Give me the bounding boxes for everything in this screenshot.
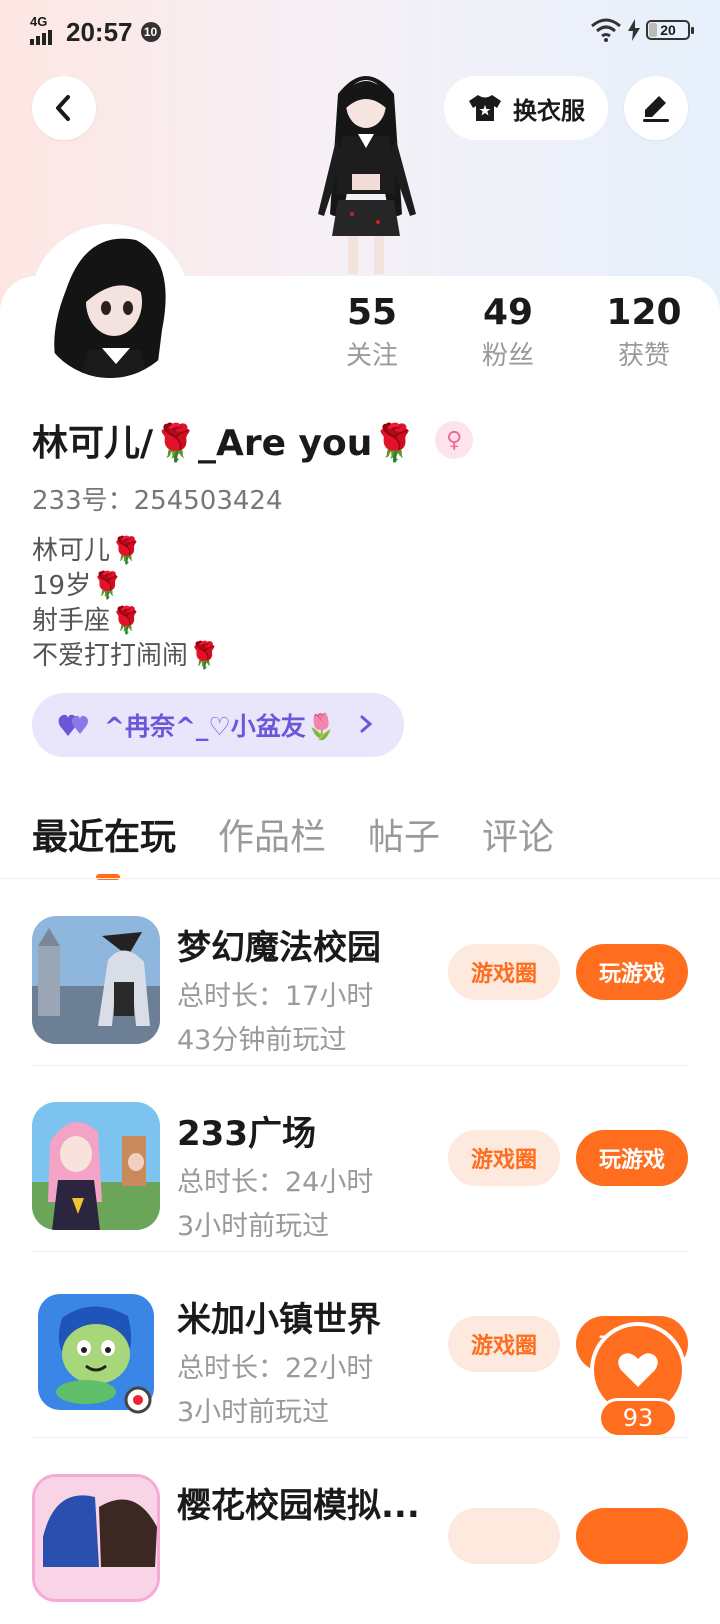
game-icon[interactable] [32,916,160,1044]
play-game-button[interactable]: 玩游戏 [576,1130,688,1186]
following-label: 关注 [345,341,398,371]
network-type: 4G [30,14,48,29]
status-bar: 4G 20:57 10 20 [0,0,720,64]
game-icon[interactable] [32,1288,160,1416]
tab-divider [0,878,720,879]
dress-up-button[interactable]: 换衣服 [444,76,608,140]
game-title: 233广场 [177,1114,316,1154]
chevron-left-icon [56,95,70,121]
tab-works[interactable]: 作品栏 [218,808,326,860]
following-stat[interactable]: 55 关注 [312,290,432,376]
game-last-played: 3小时前玩过 [177,1211,330,1242]
play-game-button[interactable]: 玩游戏 [576,944,688,1000]
profile-bio: 林可儿🌹 19岁🌹 射手座🌹 不爱打打闹闹🌹 [32,534,220,674]
chevron-right-icon [360,715,373,733]
hearts-icon [58,714,88,736]
bio-line: 19岁🌹 [32,571,124,601]
profile-tabs: 最近在玩 作品栏 帖子 评论 [32,808,596,880]
game-play-duration: 总时长：17小时 [177,981,374,1012]
profile-name: 林可儿/🌹_Are you🌹 [32,423,418,464]
game-list-item[interactable]: 梦幻魔法校园 总时长：17小时 43分钟前玩过 游戏圈 玩游戏 [32,880,688,1066]
edit-profile-button[interactable] [624,76,688,140]
notification-badge: 10 [140,22,161,42]
game-last-played: 3小时前玩过 [177,1397,330,1428]
bio-line: 不爱打打闹闹🌹 [32,641,221,671]
floating-like-button[interactable]: 93 [590,1322,686,1442]
dress-up-label: 换衣服 [513,96,585,125]
followers-count: 49 [482,292,534,333]
user-id[interactable]: 233号：254503424 [32,480,283,517]
profile-name-row: 林可儿/🌹_Are you🌹 ♀ [32,414,474,466]
game-last-played: 43分钟前玩过 [177,1025,347,1056]
likes-stat[interactable]: 120 获赞 [584,290,704,376]
battery-indicator: 20 [646,20,694,40]
back-button[interactable] [32,76,96,140]
heart-icon [618,1353,658,1387]
game-title: 米加小镇世界 [177,1300,381,1340]
tab-posts[interactable]: 帖子 [368,808,440,860]
wifi-icon [591,18,621,42]
game-community-button[interactable]: 游戏圈 [448,1130,560,1186]
game-play-duration: 总时长：24小时 [177,1167,374,1198]
bio-line: 射手座🌹 [32,606,143,636]
game-community-button[interactable]: 游戏圈 [448,944,560,1000]
following-count: 55 [346,292,398,333]
followers-label: 粉丝 [481,341,534,371]
followers-stat[interactable]: 49 粉丝 [448,290,568,376]
play-game-button[interactable] [576,1508,688,1564]
female-gender-icon: ♀ [435,421,474,459]
likes-label: 获赞 [617,341,670,371]
pencil-icon [643,96,669,122]
likes-count: 120 [606,292,682,333]
game-icon[interactable] [32,1102,160,1230]
relationship-badge[interactable]: ^冉奈^_♡小盆友🌷 [32,693,404,757]
bio-line: 林可儿🌹 [32,536,143,566]
game-list-item[interactable]: 233广场 总时长：24小时 3小时前玩过 游戏圈 玩游戏 [32,1066,688,1252]
game-community-button[interactable]: 游戏圈 [448,1316,560,1372]
avatar-character-figure[interactable] [292,64,440,276]
game-icon[interactable] [32,1474,160,1602]
shirt-icon [469,95,501,121]
avatar[interactable] [30,224,190,384]
charging-icon [628,19,640,41]
game-title: 梦幻魔法校园 [177,928,381,968]
cellular-signal-icon: 4G [30,14,58,47]
game-list-item[interactable]: 樱花校园模拟... [32,1438,688,1624]
tab-comments[interactable]: 评论 [482,808,554,860]
status-time: 20:57 [66,16,133,47]
like-count: 93 [598,1398,678,1438]
relationship-name: ^冉奈^_♡小盆友🌷 [104,712,337,741]
tab-recently-played[interactable]: 最近在玩 [32,808,176,880]
game-play-duration: 总时长：22小时 [177,1353,374,1384]
game-community-button[interactable] [448,1508,560,1564]
